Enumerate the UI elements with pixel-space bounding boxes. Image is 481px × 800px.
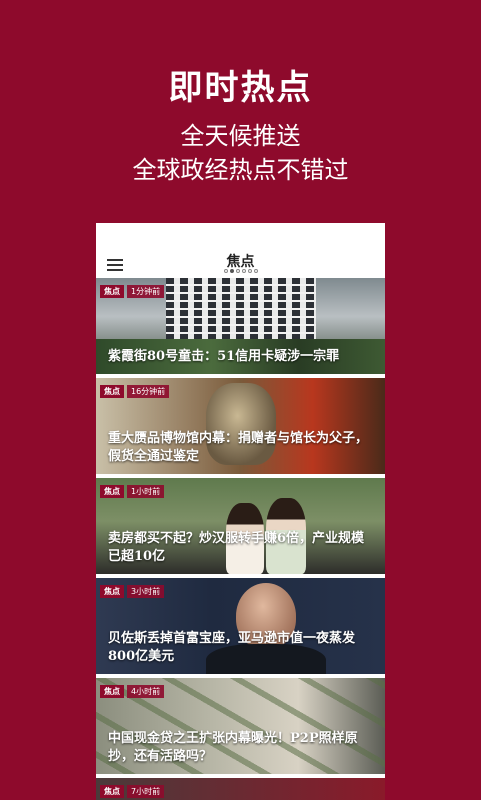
page-dot [223,269,228,273]
news-card[interactable]: 焦点 7小时前 [96,778,385,800]
page-indicator [96,269,385,273]
news-card[interactable]: 焦点 4小时前 中国现金贷之王扩张内幕曝光！P2P照样原抄，还有活路吗？ [96,678,385,774]
category-badge: 焦点 [100,685,124,698]
news-headline: 中国现金贷之王扩张内幕曝光！P2P照样原抄，还有活路吗？ [108,731,358,764]
timestamp-badge: 1小时前 [127,485,165,498]
category-badge: 焦点 [100,285,124,298]
news-headline: 紫霞街80号童击：51信用卡疑涉一宗罪 [108,349,340,364]
page-dot-active [229,269,234,273]
news-card[interactable]: 焦点 3小时前 贝佐斯丢掉首富宝座，亚马逊市值一夜蒸发800亿美元 [96,578,385,674]
category-badge: 焦点 [100,785,124,798]
news-card[interactable]: 焦点 1分钟前 紫霞街80号童击：51信用卡疑涉一宗罪 [96,278,385,374]
news-headline: 贝佐斯丢掉首富宝座，亚马逊市值一夜蒸发800亿美元 [108,631,356,664]
app-header: 焦点 [96,223,385,278]
phone-screen: 焦点 焦点 1分钟前 紫霞街80号童击：51信用卡疑涉一宗罪 焦点 16分钟前 … [96,223,385,800]
category-badge: 焦点 [100,485,124,498]
promo-title: 即时热点 [168,68,313,108]
promo-subtitle-2: 全球政经热点不错过 [132,156,349,184]
news-headline: 重大赝品博物馆内幕：捐赠者与馆长为父子，假货全通过鉴定 [108,431,369,464]
category-badge: 焦点 [100,585,124,598]
timestamp-badge: 1分钟前 [127,285,165,298]
page-dot [247,269,252,273]
page-dot [241,269,246,273]
news-card[interactable]: 焦点 16分钟前 重大赝品博物馆内幕：捐赠者与馆长为父子，假货全通过鉴定 [96,378,385,474]
news-headline: 卖房都买不起？炒汉服转手赚6倍，产业规模已超10亿 [108,531,365,564]
timestamp-badge: 4小时前 [127,685,165,698]
timestamp-badge: 7小时前 [127,785,165,798]
timestamp-badge: 3小时前 [127,585,165,598]
page-dot [235,269,240,273]
news-card[interactable]: 焦点 1小时前 卖房都买不起？炒汉服转手赚6倍，产业规模已超10亿 [96,478,385,574]
timestamp-badge: 16分钟前 [127,385,170,398]
promo-subtitle-1: 全天候推送 [180,122,301,150]
app-title: 焦点 [226,254,255,270]
page-dot [253,269,258,273]
category-badge: 焦点 [100,385,124,398]
